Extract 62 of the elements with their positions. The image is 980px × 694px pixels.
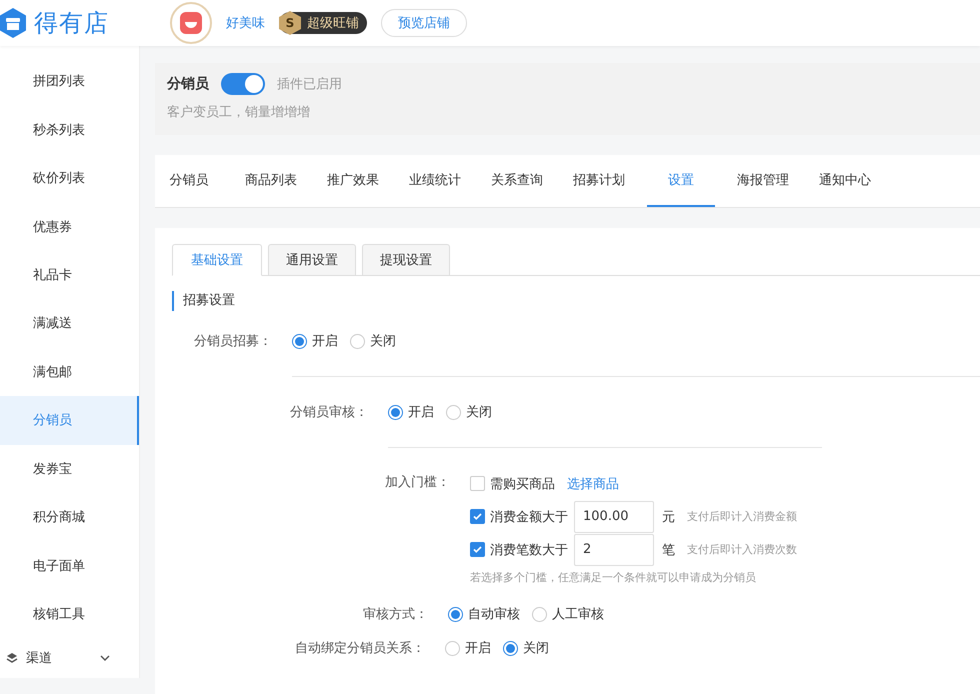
plugin-status: 插件已启用 — [277, 76, 342, 93]
form-label: 自动绑定分销员关系： — [294, 640, 426, 657]
sidebar-group[interactable]: 渠道 — [0, 638, 139, 678]
input-field[interactable]: 100.00 — [574, 500, 654, 532]
sidebar-item[interactable]: 砍价列表 — [0, 154, 139, 202]
checkmark-icon — [473, 513, 482, 520]
shop-level-badge: S 超级旺铺 — [279, 12, 367, 34]
checkmark-icon — [473, 546, 482, 553]
plugin-description: 客户变员工，销量增增增 — [167, 104, 311, 121]
threshold-note: 若选择多个门槛，任意满足一个条件就可以申请成为分销员 — [470, 570, 757, 585]
hint-text: 支付后即计入消费金额 — [687, 509, 797, 524]
layers-icon — [6, 652, 18, 664]
form-label: 审核方式： — [362, 606, 429, 623]
sidebar-item[interactable]: 核销工具 — [0, 590, 139, 638]
checkbox-option[interactable]: 需购买商品 — [470, 474, 555, 492]
checkbox-option[interactable]: 消费笔数大于 — [470, 540, 568, 558]
unit-label: 元 — [662, 508, 675, 526]
tab[interactable]: 关系查询 — [483, 155, 551, 207]
sidebar-item[interactable]: 电子面单 — [0, 542, 139, 590]
tab[interactable]: 业绩统计 — [401, 155, 469, 207]
subtab[interactable]: 通用设置 — [268, 244, 356, 276]
sidebar-item[interactable]: 礼品卡 — [0, 250, 139, 300]
subtab[interactable]: 提现设置 — [362, 244, 450, 276]
tab[interactable]: 海报管理 — [729, 155, 797, 207]
radio-option[interactable]: 关闭 — [446, 403, 492, 421]
radio-option[interactable]: 开启 — [388, 403, 434, 421]
subtab[interactable]: 基础设置 — [172, 244, 262, 276]
plugin-toggle[interactable] — [221, 73, 265, 95]
sidebar-item[interactable]: 优惠券 — [0, 202, 139, 251]
tab[interactable]: 通知中心 — [811, 155, 879, 207]
preview-store-button[interactable]: 预览店铺 — [381, 9, 467, 37]
radio-option[interactable]: 人工审核 — [532, 605, 604, 623]
tab[interactable]: 招募计划 — [565, 155, 633, 207]
form-label: 分销员审核： — [289, 404, 369, 421]
sidebar-item[interactable]: 满减送 — [0, 299, 139, 348]
plugin-title: 分销员 — [167, 75, 209, 93]
form-label: 分销员招募： — [193, 333, 273, 350]
checkbox-option[interactable]: 消费金额大于 — [470, 508, 568, 526]
input-field[interactable]: 2 — [574, 534, 654, 566]
radio-option[interactable]: 关闭 — [503, 639, 549, 657]
select-products-link[interactable]: 选择商品 — [567, 474, 619, 492]
tab[interactable]: 推广效果 — [319, 155, 387, 207]
sidebar-item[interactable]: 满包邮 — [0, 348, 139, 396]
bowl-icon — [180, 12, 202, 34]
sidebar-item[interactable]: 积分商城 — [0, 493, 139, 542]
tab[interactable]: 设置 — [647, 155, 715, 207]
radio-option[interactable]: 开启 — [292, 332, 338, 350]
radio-option[interactable]: 关闭 — [350, 332, 396, 350]
form-label: 加入门槛： — [384, 474, 451, 492]
section-title: 招募设置 — [172, 291, 980, 311]
unit-label: 笔 — [662, 542, 675, 558]
radio-option[interactable]: 自动审核 — [448, 605, 520, 623]
shop-name[interactable]: 好美味 — [226, 14, 265, 32]
radio-option[interactable]: 开启 — [445, 639, 491, 657]
tab[interactable]: 分销员 — [155, 155, 223, 207]
sidebar-item[interactable]: 发券宝 — [0, 444, 139, 494]
sidebar-item[interactable]: 拼团列表 — [0, 57, 139, 106]
tab[interactable]: 商品列表 — [237, 155, 305, 207]
hint-text: 支付后即计入消费次数 — [687, 542, 797, 557]
sidebar-item[interactable]: 秒杀列表 — [0, 105, 139, 154]
logo-text: 得有店 — [34, 8, 109, 39]
chevron-down-icon — [100, 655, 110, 662]
